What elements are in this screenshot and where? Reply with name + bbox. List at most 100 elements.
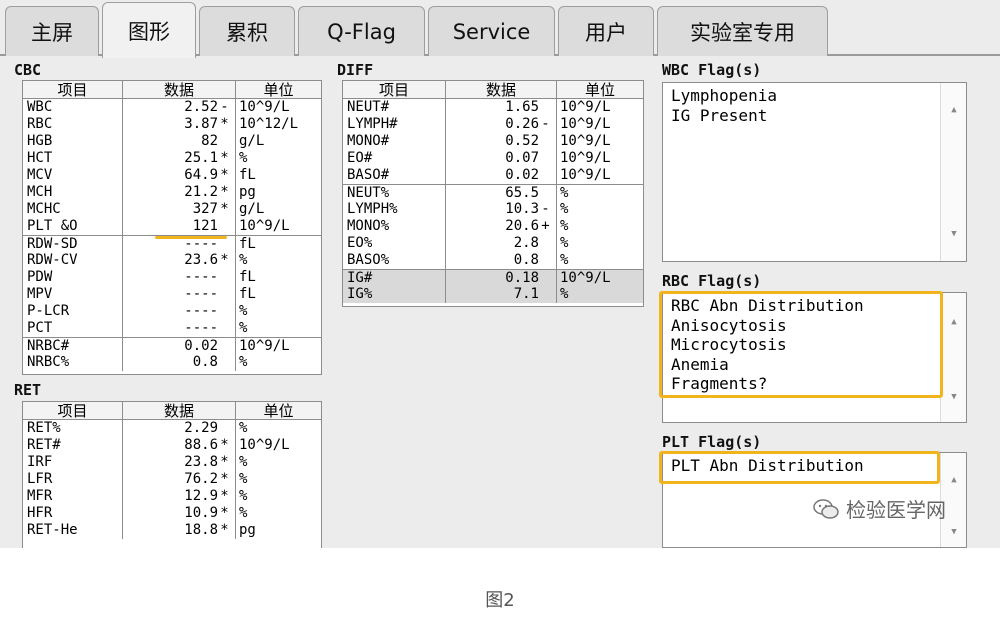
plt-flags-title: PLT Flag(s) bbox=[662, 433, 762, 451]
cbc-item-unit: 10^9/L bbox=[239, 99, 290, 115]
diff-item-name: LYMPH% bbox=[343, 201, 446, 218]
ret-item-flag: * bbox=[220, 454, 229, 470]
ret-item-value-cell: 10.9 * bbox=[123, 505, 236, 522]
cbc-item-value: ---- bbox=[184, 303, 218, 319]
cbc-item-unit: 10^9/L bbox=[239, 338, 290, 354]
diff-item-name: NEUT% bbox=[343, 185, 446, 201]
diff-item-unit: 10^9/L bbox=[560, 270, 611, 286]
ret-item-unit: % bbox=[239, 454, 248, 470]
wechat-icon bbox=[813, 498, 839, 519]
diff-item-value: 0.8 bbox=[513, 252, 539, 268]
diff-row: BASO% 0.8% bbox=[343, 252, 643, 269]
diff-item-unit: 10^9/L bbox=[560, 167, 611, 183]
cbc-item-name: RDW-SD bbox=[23, 236, 123, 252]
ret-row: MFR 12.9 *% bbox=[23, 488, 321, 505]
tab-main-screen[interactable]: 主屏 bbox=[5, 6, 99, 56]
cbc-row: MCHC 327 * g/L bbox=[23, 201, 321, 218]
tab-service[interactable]: Service bbox=[428, 6, 555, 56]
cbc-row: PDW ---- fL bbox=[23, 269, 321, 286]
ret-item-name: HFR bbox=[23, 505, 123, 522]
diff-row: EO% 2.8% bbox=[343, 235, 643, 252]
diff-row: LYMPH# 0.26-10^9/L bbox=[343, 116, 643, 133]
diff-item-value-cell: 2.8 bbox=[446, 235, 557, 252]
cbc-item-unit: fL bbox=[239, 167, 256, 183]
cbc-item-name: MCV bbox=[23, 167, 123, 184]
diff-item-unit: % bbox=[560, 252, 569, 268]
wbc-flags-list[interactable]: Lymphopenia IG Present ▲ ▼ bbox=[662, 82, 967, 262]
scroll-down-icon[interactable]: ▼ bbox=[941, 527, 967, 537]
cbc-item-name: RDW-CV bbox=[23, 252, 123, 269]
cbc-item-unit: % bbox=[239, 320, 248, 336]
ret-item-value: 88.6 bbox=[184, 437, 218, 453]
wbc-flag-item: IG Present bbox=[671, 105, 768, 125]
scroll-up-icon[interactable]: ▲ bbox=[941, 475, 967, 485]
ret-item-flag: * bbox=[220, 522, 229, 538]
tab-cumulative[interactable]: 累积 bbox=[199, 6, 295, 56]
cbc-row: RDW-CV 23.6 *% bbox=[23, 252, 321, 269]
scroll-down-icon[interactable]: ▼ bbox=[941, 392, 967, 402]
ret-title: RET bbox=[14, 381, 42, 399]
cbc-item-flag: * bbox=[220, 201, 229, 217]
tab-user[interactable]: 用户 bbox=[558, 6, 654, 56]
ret-item-value: 23.8 bbox=[184, 454, 218, 470]
diff-item-value: 0.26 bbox=[505, 116, 539, 132]
plt-value-underline bbox=[155, 236, 227, 239]
cbc-item-unit: 10^12/L bbox=[239, 116, 299, 132]
diff-header-data: 数据 bbox=[446, 81, 557, 99]
ret-item-flag: * bbox=[220, 437, 229, 453]
cbc-row: WBC 2.52-10^9/L bbox=[23, 99, 321, 116]
cbc-item-flag: - bbox=[220, 99, 229, 115]
cbc-item-value: 3.87 bbox=[184, 116, 218, 132]
cbc-item-value: 121 bbox=[192, 218, 218, 234]
cbc-item-value-cell: 327 * bbox=[123, 201, 236, 218]
cbc-header-unit: 单位 bbox=[263, 81, 294, 99]
cbc-item-value-cell: 3.87 * bbox=[123, 116, 236, 133]
ret-item-value-cell: 18.8 * bbox=[123, 522, 236, 539]
diff-item-name: EO# bbox=[343, 150, 446, 167]
rbc-flag-item: Fragments? bbox=[671, 374, 768, 393]
ret-rows: RET% 2.29% RET# 88.6 * 10^9/L IRF 23.8 *% LFR 76.2… bbox=[23, 420, 321, 539]
ret-item-value: 10.9 bbox=[184, 505, 218, 521]
rbc-flags-list[interactable]: RBC Abn Distribution Anisocytosis Microc… bbox=[662, 292, 967, 423]
cbc-row: PLT &O 121 10^9/L bbox=[23, 218, 321, 235]
diff-item-value: 1.65 bbox=[505, 99, 539, 115]
cbc-row: NRBC% 0.8% bbox=[23, 354, 321, 371]
ret-header-item: 项目 bbox=[23, 402, 123, 420]
wbc-flags-title: WBC Flag(s) bbox=[662, 61, 762, 79]
diff-item-value-cell: 0.52 bbox=[446, 133, 557, 150]
diff-item-name: MONO% bbox=[343, 218, 446, 235]
tab-graphics[interactable]: 图形 bbox=[102, 2, 196, 58]
ret-item-value-cell: 2.29 bbox=[123, 420, 236, 437]
cbc-item-unit: fL bbox=[239, 286, 256, 302]
cbc-item-value: ---- bbox=[184, 320, 218, 336]
diff-item-unit: % bbox=[560, 235, 569, 251]
cbc-item-value: 2.52 bbox=[184, 99, 218, 115]
diff-item-value-cell: 0.07 bbox=[446, 150, 557, 167]
ret-item-value-cell: 23.8 * bbox=[123, 454, 236, 471]
diff-item-unit: % bbox=[560, 201, 569, 217]
ret-item-unit: 10^9/L bbox=[239, 437, 290, 453]
ret-item-name: MFR bbox=[23, 488, 123, 505]
cbc-rows: WBC 2.52-10^9/L RBC 3.87 * 10^12/L HGB 82 g/L HCT… bbox=[23, 99, 321, 371]
lab-analyzer-window: 主屏 图形 累积 Q-Flag Service 用户 实验室专用 CBC 项目 … bbox=[0, 0, 1000, 548]
cbc-item-name: MCH bbox=[23, 184, 123, 201]
scroll-up-icon[interactable]: ▲ bbox=[941, 317, 967, 327]
diff-item-name: MONO# bbox=[343, 133, 446, 150]
cbc-row: P-LCR ----% bbox=[23, 303, 321, 320]
cbc-item-name: HCT bbox=[23, 150, 123, 167]
diff-item-value: 0.07 bbox=[505, 150, 539, 166]
tab-lab-only[interactable]: 实验室专用 bbox=[657, 6, 828, 56]
wbc-flags-scrollbar[interactable]: ▲ ▼ bbox=[940, 83, 966, 261]
tab-q-flag[interactable]: Q-Flag bbox=[298, 6, 425, 56]
rbc-flag-item: Microcytosis bbox=[671, 335, 787, 354]
cbc-item-flag: * bbox=[220, 184, 229, 200]
scroll-down-icon[interactable]: ▼ bbox=[941, 229, 967, 239]
cbc-item-value: 0.02 bbox=[184, 338, 218, 354]
rbc-flags-scrollbar[interactable]: ▲ ▼ bbox=[940, 293, 966, 422]
ret-item-name: RET# bbox=[23, 437, 123, 454]
ret-item-name: IRF bbox=[23, 454, 123, 471]
scroll-up-icon[interactable]: ▲ bbox=[941, 105, 967, 115]
cbc-row: HGB 82 g/L bbox=[23, 133, 321, 150]
diff-row: IG# 0.18 10^9/L bbox=[343, 269, 643, 286]
cbc-item-value: 25.1 bbox=[184, 150, 218, 166]
